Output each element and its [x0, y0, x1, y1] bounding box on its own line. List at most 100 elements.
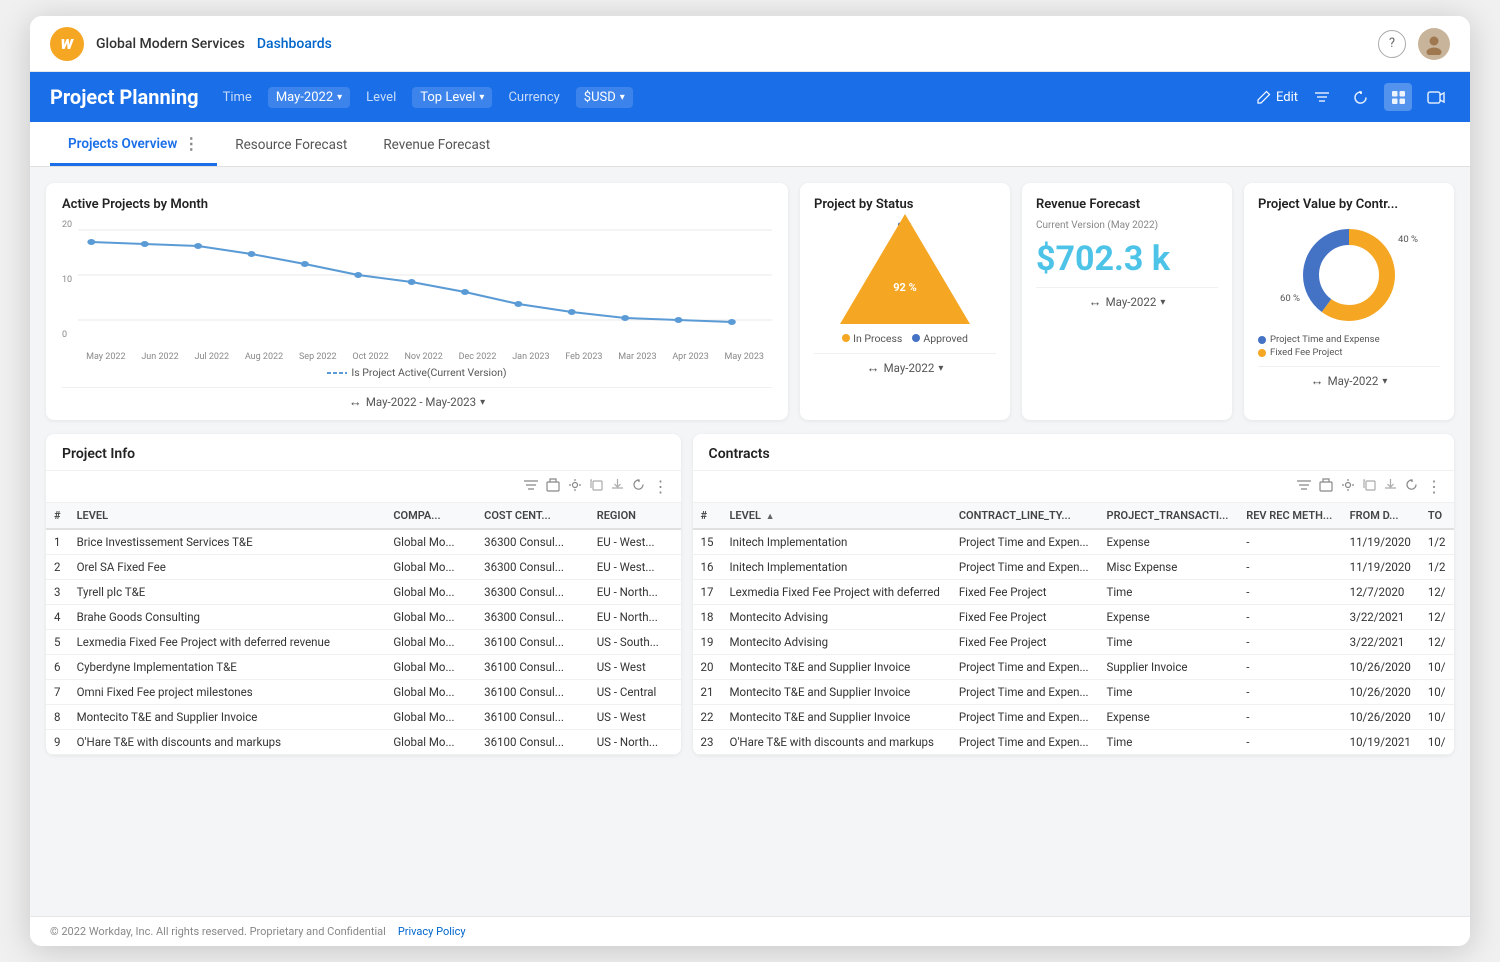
contract-col-level[interactable]: LEVEL ▲: [721, 503, 950, 529]
contracts-toolbar: ⋮: [693, 471, 1454, 503]
contract-col-rev[interactable]: REV REC METH...: [1238, 503, 1341, 529]
project-status-filter[interactable]: ↔ May-2022 ▾: [867, 360, 944, 376]
project-status-chart: Project by Status 8 % 92 % In Process Ap…: [800, 183, 1010, 420]
donut-pct-40: 40 %: [1398, 234, 1418, 245]
project-value-filter-row: ↔ May-2022 ▾: [1258, 366, 1440, 389]
triangle-chart: 8 % 92 %: [840, 224, 970, 324]
project-info-toolbar: ⋮: [46, 471, 681, 503]
copyright: © 2022 Workday, Inc. All rights reserved…: [50, 925, 386, 938]
table-row[interactable]: 7Omni Fixed Fee project milestonesGlobal…: [46, 680, 681, 705]
revenue-amount: $702.3 k: [1036, 239, 1218, 279]
settings-toolbar-icon[interactable]: [568, 478, 582, 496]
edit-button[interactable]: Edit: [1257, 90, 1298, 105]
table-row[interactable]: 20Montecito T&E and Supplier InvoiceProj…: [693, 655, 1454, 680]
table-row[interactable]: 19Montecito AdvisingFixed Fee ProjectTim…: [693, 630, 1454, 655]
contracts-more-icon[interactable]: ⋮: [1426, 477, 1442, 496]
project-info-table: # LEVEL COMPA... COST CENT... REGION 1Br…: [46, 503, 681, 755]
table-row[interactable]: 17Lexmedia Fixed Fee Project with deferr…: [693, 580, 1454, 605]
donut-legend: Project Time and Expense Fixed Fee Proje…: [1258, 334, 1440, 358]
contract-col-project[interactable]: PROJECT_TRANSACTI...: [1099, 503, 1239, 529]
tabs-bar: Projects Overview ⋮ Resource Forecast Re…: [30, 122, 1470, 167]
project-status-filter-row: ↔ May-2022 ▾: [814, 353, 996, 376]
table-row[interactable]: 5Lexmedia Fixed Fee Project with deferre…: [46, 630, 681, 655]
contract-col-num: #: [693, 503, 722, 529]
contracts-table-container: # LEVEL ▲ CONTRACT_LINE_TY... PROJECT_TR…: [693, 503, 1454, 755]
bottom-row: Project Info: [46, 434, 1454, 755]
contracts-download-icon[interactable]: [1384, 478, 1397, 495]
project-info-card: Project Info: [46, 434, 681, 755]
contracts-table: # LEVEL ▲ CONTRACT_LINE_TY... PROJECT_TR…: [693, 503, 1454, 755]
refresh-toolbar-icon[interactable]: [632, 478, 645, 495]
header-bar: Project Planning Time May-2022 ▾ Level T…: [30, 72, 1470, 122]
table-row[interactable]: 16Initech ImplementationProject Time and…: [693, 555, 1454, 580]
time-filter[interactable]: May-2022 ▾: [268, 87, 350, 108]
revenue-forecast-chart: Revenue Forecast Current Version (May 20…: [1022, 183, 1232, 420]
contracts-copy-icon[interactable]: [1363, 478, 1376, 495]
table-row[interactable]: 15Initech ImplementationProject Time and…: [693, 529, 1454, 555]
copy-toolbar-icon[interactable]: [590, 478, 603, 495]
contracts-filter-icon[interactable]: [1297, 479, 1311, 495]
table-row[interactable]: 9O'Hare T&E with discounts and markupsGl…: [46, 730, 681, 755]
table-row[interactable]: 21Montecito T&E and Supplier InvoiceProj…: [693, 680, 1454, 705]
privacy-policy-link[interactable]: Privacy Policy: [398, 925, 466, 938]
revenue-forecast-title: Revenue Forecast: [1036, 197, 1218, 212]
contract-col-to[interactable]: TO: [1420, 503, 1454, 529]
col-num-header: #: [46, 503, 69, 529]
tab-resource-forecast[interactable]: Resource Forecast: [217, 125, 365, 166]
table-row[interactable]: 23O'Hare T&E with discounts and markupsP…: [693, 730, 1454, 755]
contract-col-type[interactable]: CONTRACT_LINE_TY...: [951, 503, 1099, 529]
company-name: Global Modern Services: [96, 36, 245, 52]
grid-icon-btn[interactable]: [1384, 83, 1412, 111]
workday-logo: w: [50, 27, 84, 61]
table-row[interactable]: 1Brice Investissement Services T&EGlobal…: [46, 529, 681, 555]
download-toolbar-icon[interactable]: [611, 478, 624, 495]
contract-col-from[interactable]: FROM D...: [1342, 503, 1420, 529]
project-info-table-container: # LEVEL COMPA... COST CENT... REGION 1Br…: [46, 503, 681, 755]
status-legend: In Process Approved: [842, 332, 968, 345]
revenue-forecast-filter[interactable]: ↔ May-2022 ▾: [1089, 294, 1166, 310]
table-row[interactable]: 22Montecito T&E and Supplier InvoiceProj…: [693, 705, 1454, 730]
line-chart-svg: [78, 220, 772, 350]
y-label-10: 10: [62, 275, 72, 285]
line-chart-legend: Is Project Active(Current Version): [62, 366, 772, 379]
filter-toolbar-icon[interactable]: [524, 479, 538, 495]
tab-projects-overview[interactable]: Projects Overview ⋮: [50, 122, 217, 166]
filter-icon-btn[interactable]: [1308, 83, 1336, 111]
col-company-header[interactable]: COMPA...: [385, 503, 476, 529]
project-value-filter[interactable]: ↔ May-2022 ▾: [1311, 373, 1388, 389]
table-row[interactable]: 4Brahe Goods ConsultingGlobal Mo...36300…: [46, 605, 681, 630]
revenue-forecast-filter-row: ↔ May-2022 ▾: [1036, 287, 1218, 310]
tab-revenue-forecast[interactable]: Revenue Forecast: [365, 125, 508, 166]
contracts-settings-icon[interactable]: [1341, 478, 1355, 496]
table-row[interactable]: 2Orel SA Fixed FeeGlobal Mo...36300 Cons…: [46, 555, 681, 580]
level-filter[interactable]: Top Level ▾: [412, 87, 492, 108]
help-button[interactable]: ?: [1378, 30, 1406, 58]
contracts-export-icon[interactable]: [1319, 478, 1333, 496]
col-cost-center-header[interactable]: COST CENT...: [476, 503, 589, 529]
table-row[interactable]: 18Montecito AdvisingFixed Fee ProjectExp…: [693, 605, 1454, 630]
donut-svg: [1294, 220, 1404, 330]
dashboards-link[interactable]: Dashboards: [257, 36, 332, 52]
tab-options-icon[interactable]: ⋮: [183, 134, 199, 153]
active-projects-filter[interactable]: ↔ May-2022 - May-2023 ▾: [349, 394, 485, 410]
project-status-title: Project by Status: [814, 197, 996, 212]
project-value-chevron-icon: ▾: [1382, 376, 1387, 387]
avatar[interactable]: [1418, 28, 1450, 60]
export-toolbar-icon[interactable]: [546, 478, 560, 496]
refresh-icon-btn[interactable]: [1346, 83, 1374, 111]
table-row[interactable]: 3Tyrell plc T&EGlobal Mo...36300 Consul.…: [46, 580, 681, 605]
col-region-header[interactable]: REGION: [589, 503, 681, 529]
y-label-0: 0: [62, 330, 72, 340]
top-nav: w Global Modern Services Dashboards ?: [30, 16, 1470, 72]
x-axis-labels: May 2022Jun 2022Jul 2022Aug 2022Sep 2022…: [78, 352, 772, 362]
video-icon-btn[interactable]: [1422, 83, 1450, 111]
table-row[interactable]: 8Montecito T&E and Supplier InvoiceGloba…: [46, 705, 681, 730]
currency-filter[interactable]: $USD ▾: [576, 87, 633, 108]
more-toolbar-icon[interactable]: ⋮: [653, 477, 669, 496]
contracts-card: Contracts: [693, 434, 1454, 755]
currency-chevron-icon: ▾: [620, 92, 625, 103]
col-level-header[interactable]: LEVEL: [69, 503, 386, 529]
table-row[interactable]: 6Cyberdyne Implementation T&EGlobal Mo..…: [46, 655, 681, 680]
project-value-title: Project Value by Contr...: [1258, 197, 1440, 212]
contracts-refresh-icon[interactable]: [1405, 478, 1418, 495]
